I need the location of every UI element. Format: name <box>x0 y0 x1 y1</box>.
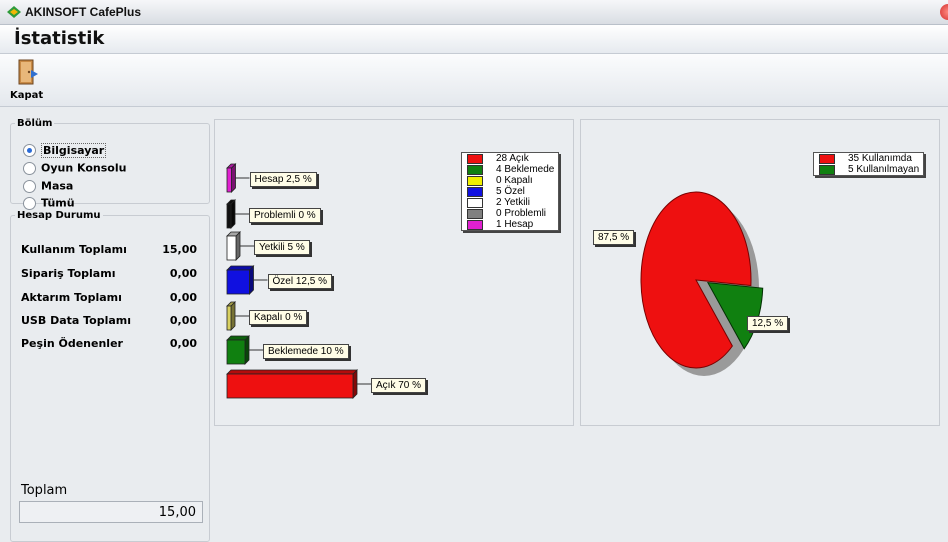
bar-legend-swatch <box>467 198 483 208</box>
bar-data-label: Yetkili 5 % <box>254 240 310 255</box>
pie-legend-swatch <box>819 165 835 175</box>
bar-legend-text: 2 Yetkili <box>496 197 530 208</box>
pie-legend-text: 35 Kullanımda <box>848 153 912 164</box>
stat-label: USB Data Toplamı <box>21 314 132 327</box>
bar-legend-text: 28 Açık <box>496 153 529 164</box>
window-close-icon[interactable] <box>940 4 948 20</box>
title-bar: AKINSOFT CafePlus <box>0 0 948 25</box>
page-title: İstatistik <box>14 28 105 49</box>
stat-label: Peşin Ödenenler <box>21 337 123 350</box>
bar-data-label: Açık 70 % <box>371 378 427 393</box>
pie-legend-item: 35 Kullanımda <box>814 153 923 164</box>
account-status-group: Hesap Durumu Kullanım Toplamı 15,00 Sipar… <box>10 210 210 542</box>
radio-icon[interactable] <box>23 196 36 210</box>
total-value: 15,00 <box>158 505 196 520</box>
radio-selected-icon[interactable] <box>23 143 36 157</box>
cafeplus-logo-icon <box>7 6 21 18</box>
stat-value: 15,00 <box>162 243 197 256</box>
pie-legend-item: 5 Kullanılmayan <box>814 164 923 175</box>
window-title: AKINSOFT CafePlus <box>25 5 142 19</box>
stat-row-siparis: Sipariş Toplamı 0,00 <box>21 267 197 283</box>
bar-kapalı <box>226 301 236 331</box>
bar-legend-text: 4 Beklemede <box>496 164 555 175</box>
pie-legend-text: 5 Kullanılmayan <box>848 164 920 175</box>
stat-value: 0,00 <box>169 314 197 327</box>
stat-label: Aktarım Toplamı <box>21 291 122 304</box>
bar-legend-item: 2 Yetkili <box>462 197 558 208</box>
usage-pie-chart: 87,5 % 12,5 % 35 Kullanımda 5 Kullanılmaya… <box>580 119 940 426</box>
account-status-legend: Hesap Durumu <box>17 210 101 221</box>
pie-legend-swatch <box>819 154 835 164</box>
pie-data-label: 12,5 % <box>747 316 789 331</box>
exit-door-icon <box>18 59 38 85</box>
total-label: Toplam <box>21 483 68 498</box>
radio-label: Tümü <box>41 196 75 210</box>
bar-data-label: Kapalı 0 % <box>249 310 308 325</box>
bar-data-label: Beklemede 10 % <box>263 344 349 359</box>
bar-problemli <box>226 199 236 229</box>
close-button[interactable]: Kapat <box>8 56 48 104</box>
pie-chart-legend: 35 Kullanımda 5 Kullanılmayan <box>813 152 925 176</box>
bar-legend-swatch <box>467 187 483 197</box>
bar-özel <box>226 265 255 295</box>
stat-value: 0,00 <box>169 291 197 304</box>
page-header: İstatistik <box>0 25 948 54</box>
bar-legend-item: 0 Problemli <box>462 208 558 219</box>
bar-legend-swatch <box>467 154 483 164</box>
stat-row-aktarim: Aktarım Toplamı 0,00 <box>21 291 197 307</box>
radio-label: Masa <box>41 179 74 193</box>
stat-value: 0,00 <box>169 337 197 350</box>
radio-label: Oyun Konsolu <box>41 161 127 175</box>
close-button-label: Kapat <box>10 90 44 101</box>
bar-legend-swatch <box>467 220 483 230</box>
bar-yetkili <box>226 231 241 261</box>
bar-legend-item: 4 Beklemede <box>462 164 558 175</box>
bar-data-label: Problemli 0 % <box>249 208 321 223</box>
bar-legend-item: 5 Özel <box>462 186 558 197</box>
bar-açık <box>226 369 358 399</box>
section-group-legend: Bölüm <box>17 118 53 129</box>
radio-icon[interactable] <box>23 179 36 193</box>
bar-legend-text: 0 Kapalı <box>496 175 533 186</box>
bar-data-label: Özel 12,5 % <box>267 274 332 289</box>
stat-label: Sipariş Toplamı <box>21 267 116 280</box>
bar-chart-legend: 28 Açık 4 Beklemede 0 Kapalı 5 Özel 2 Yetkil… <box>461 152 560 231</box>
stat-value: 0,00 <box>169 267 197 280</box>
bar-legend-item: 28 Açık <box>462 153 558 164</box>
bar-data-label: Hesap 2,5 % <box>249 172 317 187</box>
bar-legend-swatch <box>467 165 483 175</box>
bar-legend-text: 5 Özel <box>496 186 525 197</box>
stat-row-usb-data: USB Data Toplamı 0,00 <box>21 314 197 330</box>
bar-legend-swatch <box>467 176 483 186</box>
total-field: 15,00 <box>19 501 203 523</box>
radio-oyun-konsolu[interactable]: Oyun Konsolu <box>23 161 126 177</box>
toolbar: Kapat <box>0 54 948 107</box>
radio-label: Bilgisayar <box>41 142 107 158</box>
bar-legend-item: 0 Kapalı <box>462 175 558 186</box>
radio-icon[interactable] <box>23 161 36 175</box>
status-bar-chart: Hesap 2,5 % Problemli 0 % Yetkili 5 % Özel … <box>214 119 574 426</box>
bar-legend-text: 1 Hesap <box>496 219 534 230</box>
stat-label: Kullanım Toplamı <box>21 243 127 256</box>
bar-beklemede <box>226 335 250 365</box>
stat-row-kullanim: Kullanım Toplamı 15,00 <box>21 243 197 259</box>
stat-row-pesin: Peşin Ödenenler 0,00 <box>21 337 197 353</box>
radio-masa[interactable]: Masa <box>23 179 73 195</box>
bar-legend-item: 1 Hesap <box>462 219 558 230</box>
bar-legend-swatch <box>467 209 483 219</box>
pie-data-label: 87,5 % <box>593 230 635 245</box>
bar-hesap <box>226 163 237 193</box>
bar-legend-text: 0 Problemli <box>496 208 547 219</box>
radio-bilgisayar[interactable]: Bilgisayar <box>23 142 107 159</box>
section-group: Bölüm Bilgisayar Oyun Konsolu Masa Tümü <box>10 118 210 210</box>
